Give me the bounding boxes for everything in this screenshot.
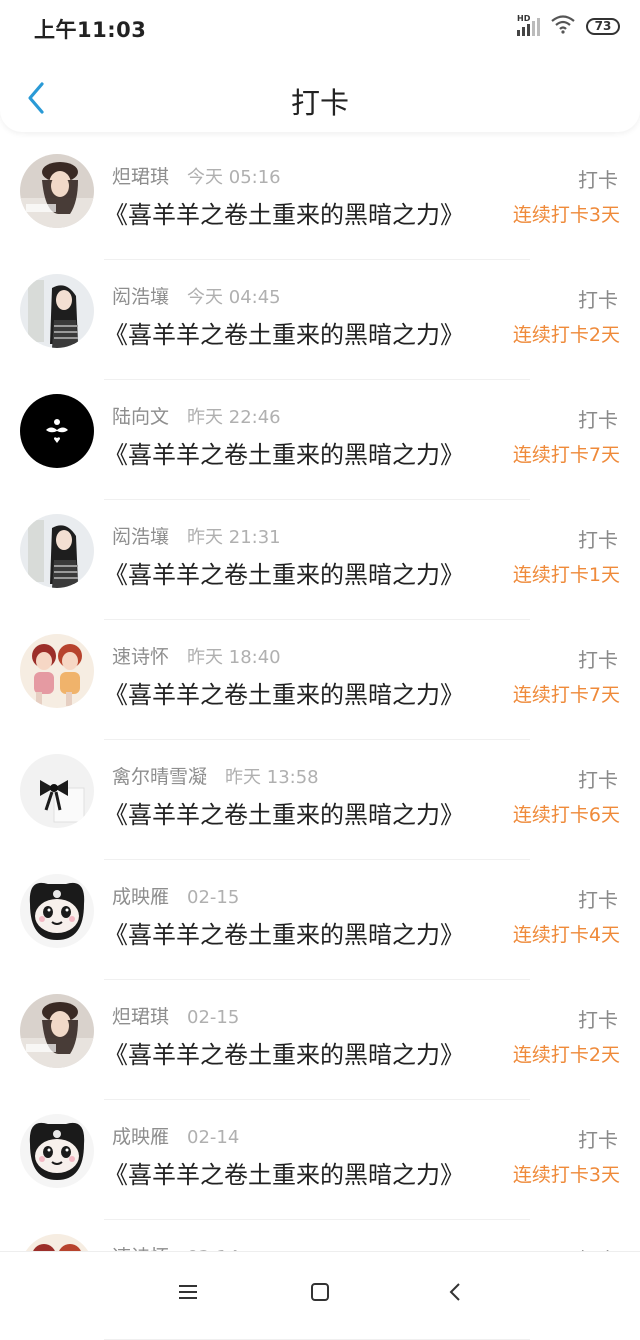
home-button[interactable]	[302, 1274, 338, 1310]
user-name[interactable]: 闳浩壤	[112, 526, 169, 548]
checkin-time: 昨天 21:31	[187, 527, 281, 548]
user-avatar[interactable]	[20, 154, 94, 228]
book-title[interactable]: 《喜羊羊之卷土重来的黑暗之力》	[104, 315, 464, 350]
user-name[interactable]: 禽尔晴雪凝	[112, 766, 207, 788]
wifi-icon	[550, 14, 576, 38]
checkin-row[interactable]: 成映雁 02-15 《喜羊羊之卷土重来的黑暗之力》 打卡连续打卡4天	[0, 860, 640, 980]
checkin-row[interactable]: 闳浩壤 昨天 21:31 《喜羊羊之卷土重来的黑暗之力》 打卡连续打卡1天	[0, 500, 640, 620]
user-name[interactable]: 陆向文	[112, 406, 169, 428]
checkin-action-label: 打卡	[578, 1128, 618, 1152]
streak-label: 连续打卡7天	[512, 684, 620, 706]
signal-icon: HD	[517, 14, 540, 36]
checkin-time: 昨天 13:58	[225, 767, 319, 788]
user-avatar[interactable]	[20, 754, 94, 828]
streak-label: 连续打卡2天	[512, 324, 620, 346]
user-avatar[interactable]	[20, 634, 94, 708]
checkin-action-label: 打卡	[578, 528, 618, 552]
user-name-line: 陆向文 昨天 22:46	[112, 402, 281, 429]
book-title[interactable]: 《喜羊羊之卷土重来的黑暗之力》	[104, 195, 464, 230]
book-title[interactable]: 《喜羊羊之卷土重来的黑暗之力》	[104, 675, 464, 710]
streak-label: 连续打卡6天	[512, 804, 620, 826]
user-avatar[interactable]	[20, 874, 94, 948]
streak-label: 连续打卡3天	[512, 204, 620, 226]
user-avatar[interactable]	[20, 274, 94, 348]
streak-label: 连续打卡2天	[512, 1044, 620, 1066]
checkin-row[interactable]: 炟珺琪 02-15 《喜羊羊之卷土重来的黑暗之力》 打卡连续打卡2天	[0, 980, 640, 1100]
user-name-line: 闳浩壤 今天 04:45	[112, 282, 281, 309]
checkin-time: 02-15	[187, 887, 240, 908]
signal-hd-label: HD	[517, 14, 531, 23]
checkin-action-label: 打卡	[578, 168, 618, 192]
user-name[interactable]: 成映雁	[112, 886, 169, 908]
home-square-icon	[311, 1283, 329, 1301]
checkin-time: 昨天 22:46	[187, 407, 281, 428]
checkin-action-label: 打卡	[578, 288, 618, 312]
back-chevron-icon	[449, 1283, 460, 1301]
user-name-line: 禽尔晴雪凝 昨天 13:58	[112, 762, 319, 789]
user-name[interactable]: 速诗怀	[112, 646, 169, 668]
book-title[interactable]: 《喜羊羊之卷土重来的黑暗之力》	[104, 795, 464, 830]
book-title[interactable]: 《喜羊羊之卷土重来的黑暗之力》	[104, 435, 464, 470]
checkin-row[interactable]: 速诗怀 昨天 18:40 《喜羊羊之卷土重来的黑暗之力》 打卡连续打卡7天	[0, 620, 640, 740]
book-title[interactable]: 《喜羊羊之卷土重来的黑暗之力》	[104, 1035, 464, 1070]
checkin-action-label: 打卡	[578, 1008, 618, 1032]
user-name[interactable]: 成映雁	[112, 1126, 169, 1148]
checkin-time: 今天 05:16	[187, 167, 281, 188]
checkin-time: 今天 04:45	[187, 287, 281, 308]
streak-label: 连续打卡3天	[512, 1164, 620, 1186]
book-title[interactable]: 《喜羊羊之卷土重来的黑暗之力》	[104, 555, 464, 590]
checkin-time: 02-15	[187, 1007, 240, 1028]
user-avatar[interactable]	[20, 1114, 94, 1188]
checkin-list: 炟珺琪 今天 05:16 《喜羊羊之卷土重来的黑暗之力》 打卡 连续打卡3天 闳浩壤 今天 …	[0, 140, 640, 1340]
battery-indicator: 73	[586, 17, 620, 35]
user-avatar[interactable]	[20, 394, 94, 468]
status-time: 上午11:03	[34, 18, 147, 42]
streak-label: 连续打卡7天	[512, 444, 620, 466]
checkin-row[interactable]: 成映雁 02-14 《喜羊羊之卷土重来的黑暗之力》 打卡连续打卡3天	[0, 1100, 640, 1220]
user-avatar[interactable]	[20, 514, 94, 588]
page-title: 打卡	[290, 86, 349, 120]
checkin-row[interactable]: 陆向文 昨天 22:46 《喜羊羊之卷土重来的黑暗之力》 打卡连续打卡7天	[0, 380, 640, 500]
menu-icon	[179, 1285, 197, 1299]
user-avatar[interactable]	[20, 994, 94, 1068]
user-name-line: 成映雁 02-15	[112, 882, 239, 909]
checkin-action-label: 打卡	[578, 648, 618, 672]
streak-label: 连续打卡1天	[512, 564, 620, 586]
user-name[interactable]: 闳浩壤	[112, 286, 169, 308]
app-header: 上午11:03 HD 73 打卡	[0, 0, 640, 132]
status-icons: HD 73	[517, 14, 620, 38]
user-name-line: 成映雁 02-14	[112, 1122, 239, 1149]
system-navbar	[0, 1251, 640, 1330]
user-name[interactable]: 炟珺琪	[112, 166, 169, 188]
system-back-button[interactable]	[437, 1274, 473, 1310]
checkin-action-label: 打卡	[578, 768, 618, 792]
user-name-line: 炟珺琪 02-15	[112, 1002, 239, 1029]
user-name-line: 速诗怀 昨天 18:40	[112, 642, 281, 669]
checkin-time: 昨天 18:40	[187, 647, 281, 668]
user-name[interactable]: 炟珺琪	[112, 1006, 169, 1028]
checkin-action-label: 打卡	[578, 408, 618, 432]
streak-label: 连续打卡4天	[512, 924, 620, 946]
checkin-row[interactable]: 闳浩壤 今天 04:45 《喜羊羊之卷土重来的黑暗之力》 打卡连续打卡2天	[0, 260, 640, 380]
user-name-line: 炟珺琪 今天 05:16	[112, 162, 281, 189]
user-name-line: 闳浩壤 昨天 21:31	[112, 522, 281, 549]
book-title[interactable]: 《喜羊羊之卷土重来的黑暗之力》	[104, 915, 464, 950]
checkin-row[interactable]: 炟珺琪 今天 05:16 《喜羊羊之卷土重来的黑暗之力》 打卡连续打卡3天	[0, 140, 640, 260]
checkin-action-label: 打卡	[578, 888, 618, 912]
menu-button[interactable]	[170, 1274, 206, 1310]
checkin-time: 02-14	[187, 1127, 240, 1148]
book-title[interactable]: 《喜羊羊之卷土重来的黑暗之力》	[104, 1155, 464, 1190]
checkin-row[interactable]: 禽尔晴雪凝 昨天 13:58 《喜羊羊之卷土重来的黑暗之力》 打卡连续打卡6天	[0, 740, 640, 860]
